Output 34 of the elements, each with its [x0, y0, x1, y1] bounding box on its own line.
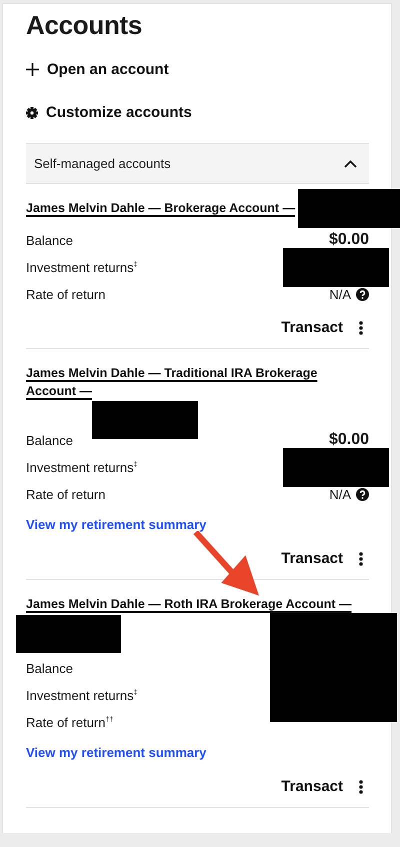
- help-icon[interactable]: [356, 488, 369, 500]
- rate-value: N/A: [329, 286, 351, 302]
- section-header[interactable]: Self-managed accounts: [26, 143, 369, 184]
- row-label: Rate of return$^{††}$: [26, 714, 114, 730]
- account-title-link[interactable]: James Melvin Dahle — Traditional IRA Brokerage Account —: [26, 364, 369, 400]
- row-label: Investment returns$^{‡}$: [26, 460, 138, 474]
- arrow: [194, 531, 259, 596]
- transact-button[interactable]: Transact: [281, 778, 369, 795]
- customize-button[interactable]: Customize accounts: [26, 104, 192, 121]
- more-icon: [359, 780, 363, 794]
- more-icon: [359, 320, 363, 334]
- balance-value: $0.00: [328, 231, 369, 249]
- row-label: Balance: [26, 232, 73, 248]
- balance-value: $0.00: [328, 431, 369, 449]
- chevron-up-icon: [344, 160, 357, 168]
- plus-icon: [26, 63, 39, 76]
- gear-icon: [26, 106, 38, 118]
- retirement-summary-link[interactable]: View my retirement summary: [26, 517, 206, 532]
- row-label: Rate of return: [26, 486, 106, 502]
- row-label: Investment returns$^{‡}$: [26, 260, 138, 274]
- retirement-summary-link[interactable]: View my retirement summary: [26, 745, 206, 760]
- row-label: Investment returns$^{‡}$: [26, 688, 138, 702]
- transact-button[interactable]: Transact: [281, 550, 369, 567]
- rate-value: N/A: [329, 486, 351, 502]
- account-title-link[interactable]: James Melvin Dahle — Brokerage Account —: [26, 199, 296, 217]
- row-label: Rate of return: [26, 286, 106, 302]
- transact-button[interactable]: Transact: [281, 319, 369, 336]
- help-icon[interactable]: [356, 288, 369, 300]
- row-label: Balance: [26, 432, 73, 448]
- row-label: Balance: [26, 660, 73, 676]
- account-title-link[interactable]: James Melvin Dahle — Roth IRA Brokerage Account —: [26, 595, 352, 613]
- page-title: Accounts: [26, 10, 144, 41]
- more-icon: [359, 552, 363, 566]
- open-account-button[interactable]: Open an account: [26, 61, 169, 78]
